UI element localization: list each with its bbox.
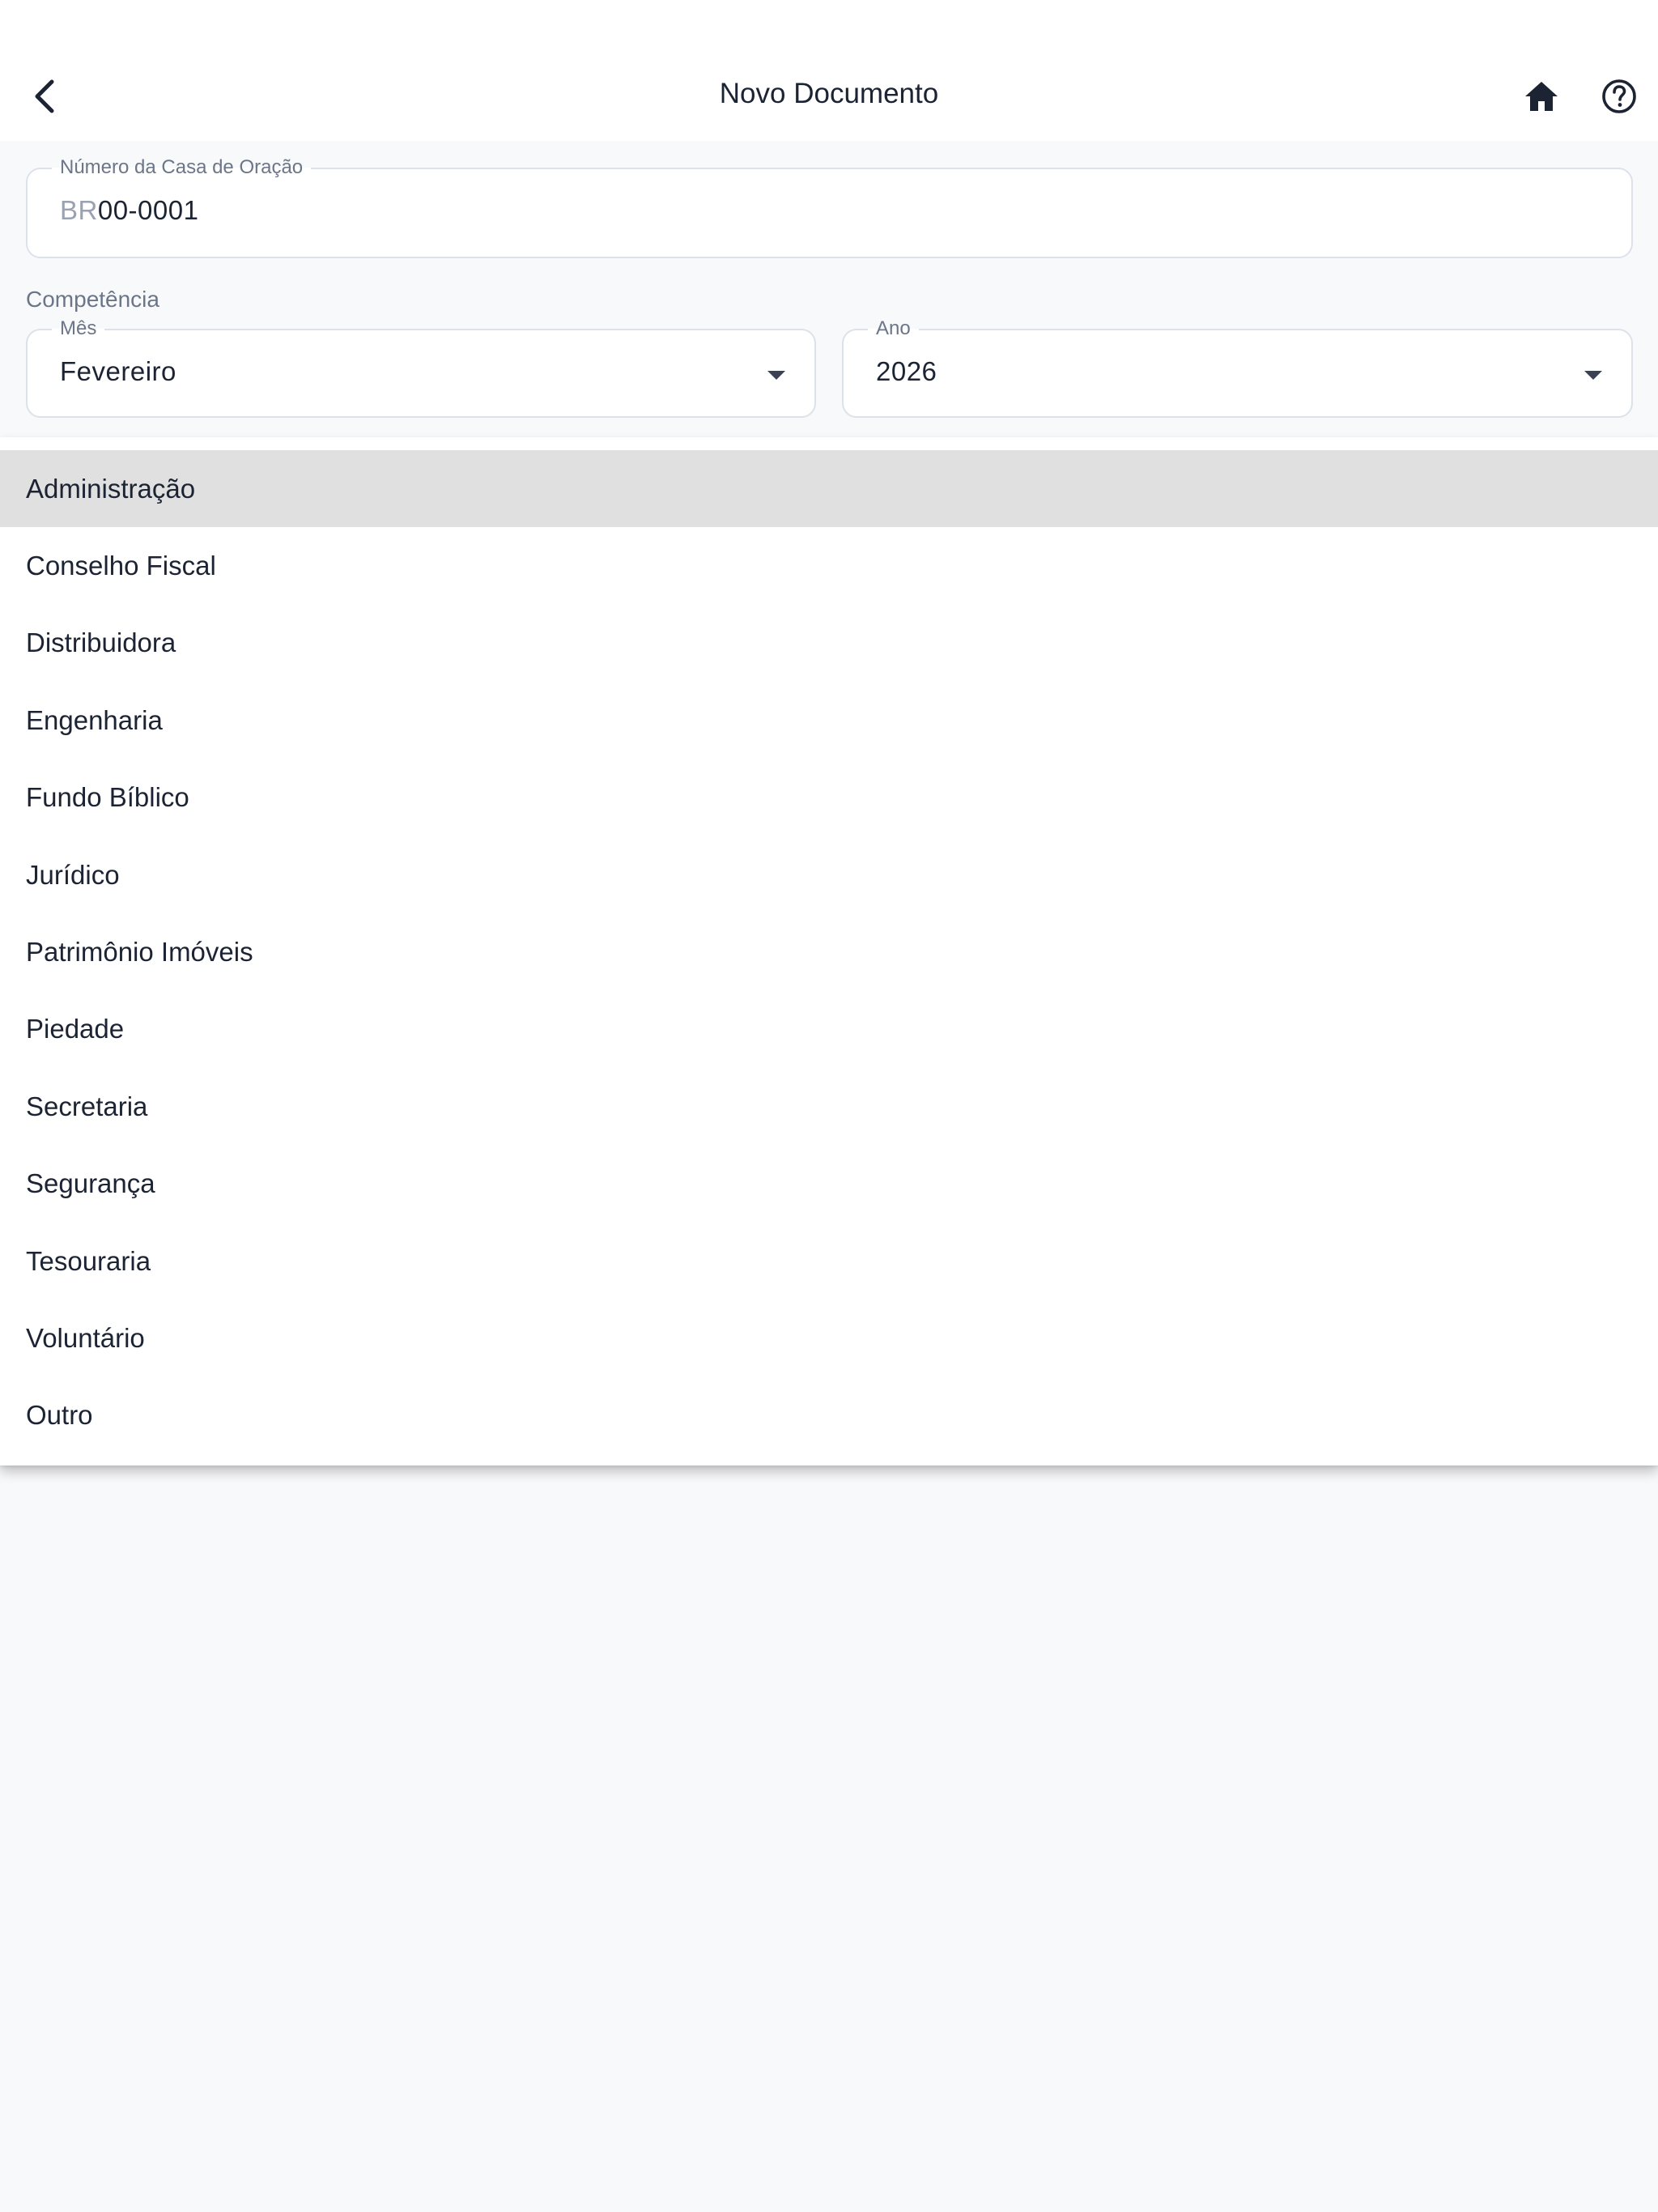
page-title: Novo Documento [719, 78, 939, 109]
menu-item[interactable]: Patrimônio Imóveis [0, 913, 1658, 990]
numero-field-label: Número da Casa de Oração [52, 156, 312, 179]
department-dropdown-menu: Administração Conselho Fiscal Distribuid… [0, 437, 1658, 1465]
home-button[interactable] [1512, 67, 1571, 125]
menu-item[interactable]: Piedade [0, 991, 1658, 1068]
competencia-label: Competência [26, 287, 159, 312]
menu-item[interactable]: Segurança [0, 1146, 1658, 1223]
menu-item[interactable]: Voluntário [0, 1300, 1658, 1376]
menu-item[interactable]: Administração [0, 450, 1658, 528]
mes-select[interactable]: Mês Fevereiro [26, 317, 816, 418]
menu-item[interactable]: Outro [0, 1377, 1658, 1454]
menu-item[interactable]: Distribuidora [0, 605, 1658, 682]
numero-field-value: BR00-0001 [60, 195, 198, 226]
help-button[interactable] [1590, 67, 1648, 125]
ano-label: Ano [868, 317, 919, 340]
caret-down-icon [1584, 371, 1602, 380]
menu-item[interactable]: Engenharia [0, 682, 1658, 759]
ano-select[interactable]: Ano 2026 [842, 317, 1633, 418]
menu-item[interactable]: Fundo Bíblico [0, 759, 1658, 836]
home-icon [1525, 82, 1558, 111]
menu-item[interactable]: Tesouraria [0, 1223, 1658, 1300]
ano-value: 2026 [876, 356, 937, 386]
mes-value: Fevereiro [60, 356, 176, 386]
mes-label: Mês [52, 317, 105, 340]
menu-item[interactable]: Secretaria [0, 1068, 1658, 1145]
app-bar: Novo Documento [0, 0, 1658, 141]
numero-value: 00-0001 [97, 195, 199, 225]
help-circle-icon [1602, 79, 1636, 113]
caret-down-icon [767, 371, 785, 380]
menu-item[interactable]: Jurídico [0, 836, 1658, 913]
menu-item[interactable]: Conselho Fiscal [0, 527, 1658, 604]
numero-casa-oracao-field[interactable]: Número da Casa de Oração BR00-0001 [26, 156, 1633, 258]
numero-prefix: BR [60, 195, 98, 225]
